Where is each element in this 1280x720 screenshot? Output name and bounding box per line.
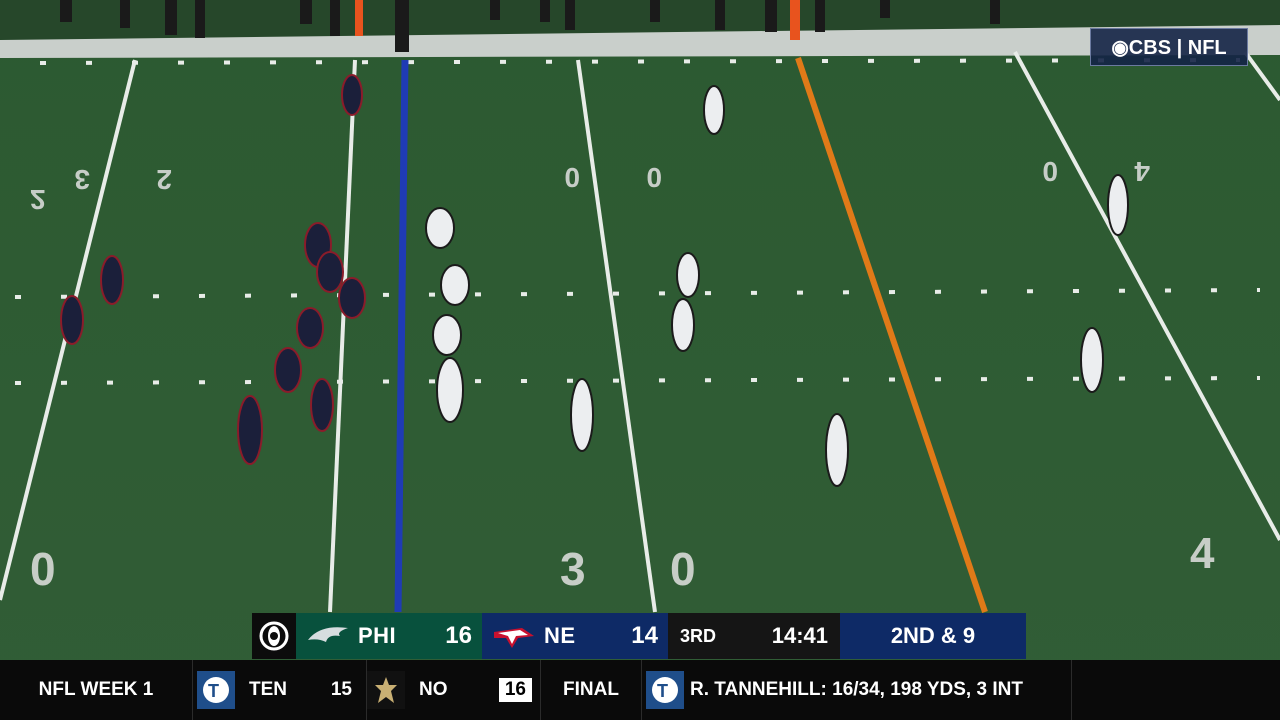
field-number: 0 [1042, 156, 1058, 187]
svg-text:T: T [208, 681, 219, 701]
ticker-team2: NO [419, 679, 448, 700]
home-team-abbr: PHI [358, 623, 397, 648]
score-ticker: NFL WEEK 1 T TEN 15 NO 16 FINAL T R. TAN… [0, 660, 1280, 720]
away-team-score: 14 [631, 622, 658, 649]
ticker-score2: 16 [498, 678, 532, 702]
cbs-logo-icon [252, 613, 296, 659]
field-number: 0 [670, 543, 696, 595]
scorebug: PHI 16 NE 14 3RD 14:41 2ND & 9 [252, 613, 1026, 659]
field-number: 2 [30, 184, 46, 215]
field-number: 0 [646, 162, 662, 193]
home-team: PHI 16 [296, 613, 482, 659]
ticker-stat: T R. TANNEHILL: 16/34, 198 YDS, 3 INT [642, 660, 1072, 720]
ticker-score1: 15 [330, 679, 352, 700]
away-team-abbr: NE [544, 623, 576, 648]
saints-logo-icon [367, 671, 405, 709]
home-team-score: 16 [445, 622, 472, 649]
field-number: 3 [74, 164, 90, 195]
ticker-game-team1: T TEN 15 [193, 660, 367, 720]
down-distance-text: 2ND & 9 [890, 623, 976, 648]
quarter: 3RD [680, 625, 717, 646]
ticker-game-team2: NO 16 [367, 660, 541, 720]
away-team: NE 14 [482, 613, 668, 659]
clock-time: 14:41 [771, 623, 828, 648]
ticker-label: NFL WEEK 1 [0, 660, 193, 720]
field-number: 4 [1190, 529, 1215, 578]
ticker-stat-text: R. TANNEHILL: 16/34, 198 YDS, 3 INT [690, 679, 1023, 700]
svg-text:T: T [657, 681, 668, 701]
eagle-logo-icon [308, 627, 348, 642]
titans-logo-icon: T [646, 671, 684, 709]
network-badge: ◉CBS | NFL [1090, 28, 1248, 66]
down-distance: 2ND & 9 [840, 613, 1026, 659]
game-clock: 3RD 14:41 [668, 613, 840, 659]
titans-logo-icon: T [197, 671, 235, 709]
ticker-blank [1072, 660, 1280, 720]
field-number: 2 [156, 164, 172, 195]
football-field: 0 3 0 4 2 3 2 0 0 0 4 [0, 0, 1280, 720]
field-number: 0 [30, 543, 56, 595]
patriots-logo-icon [494, 628, 534, 648]
ticker-status: FINAL [541, 660, 642, 720]
ticker-team1: TEN [249, 679, 287, 700]
field-number: 4 [1134, 156, 1150, 187]
field-number: 3 [560, 543, 586, 595]
field-number: 0 [564, 162, 580, 193]
